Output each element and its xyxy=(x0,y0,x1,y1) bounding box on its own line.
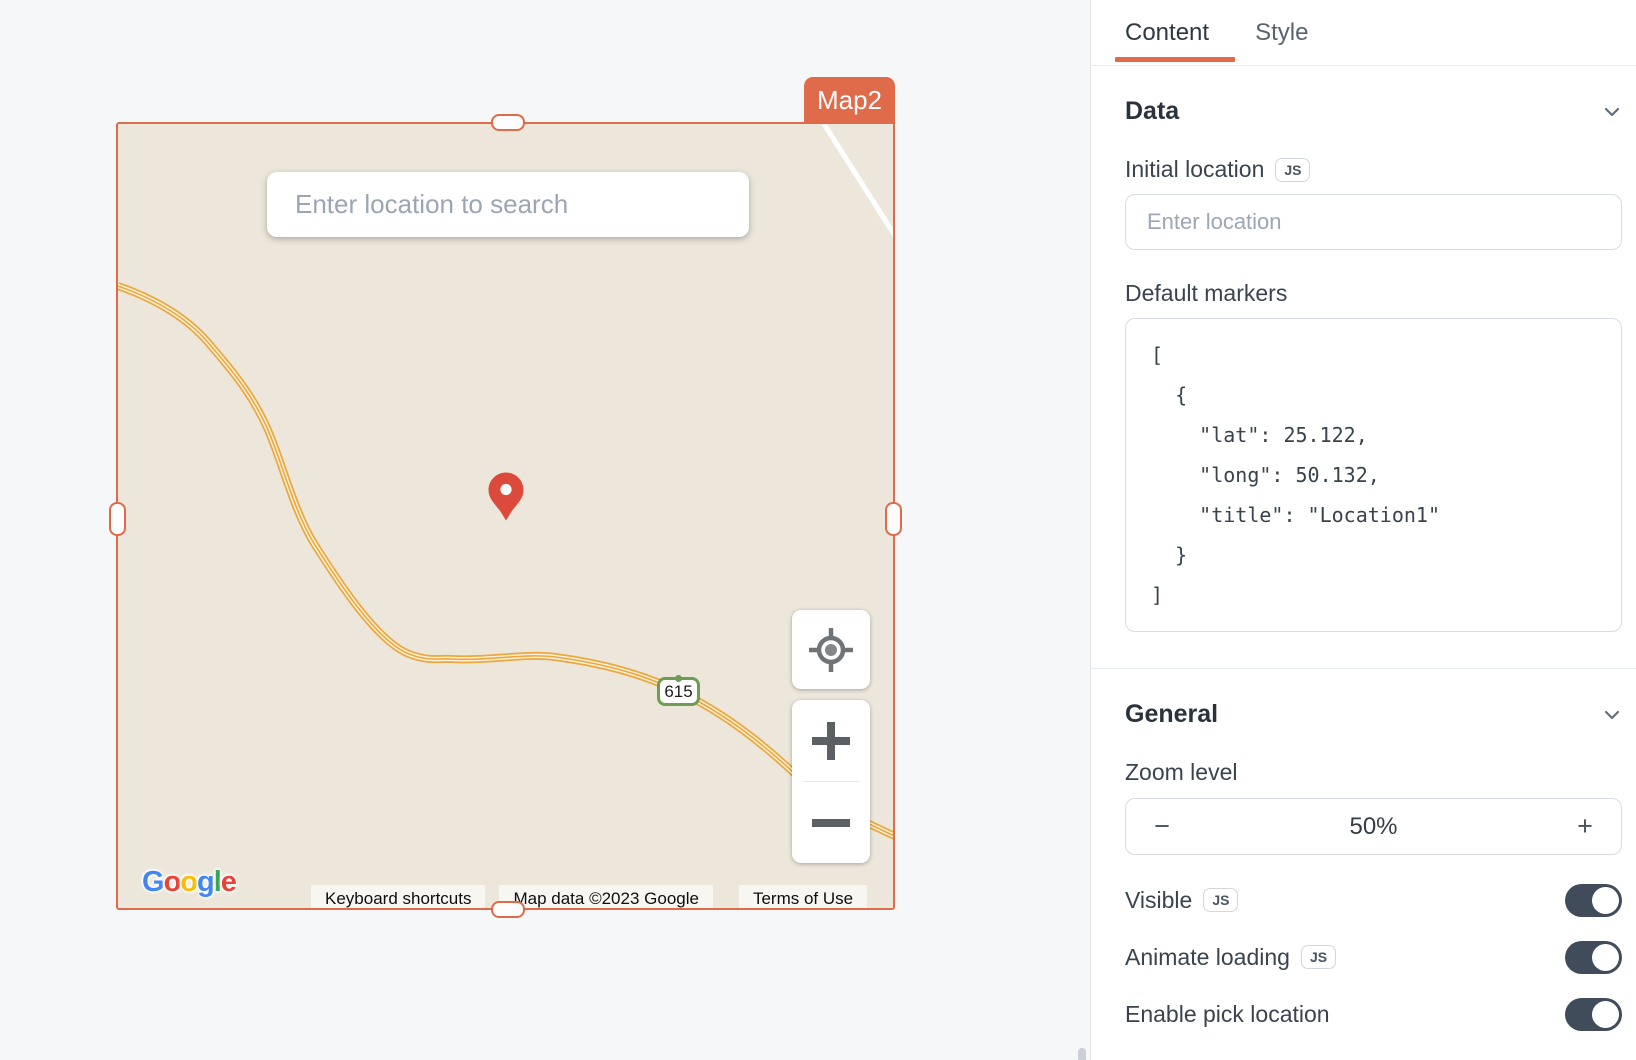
general-section-title: General xyxy=(1125,700,1218,729)
map-data-copyright: Map data ©2023 Google xyxy=(499,885,713,908)
editor-canvas[interactable]: 615 xyxy=(0,0,1090,1060)
route-shield-badge: 615 xyxy=(657,677,700,706)
animate-loading-row: Animate loading JS xyxy=(1125,940,1622,974)
map-search-box[interactable] xyxy=(267,172,749,237)
resize-handle-top[interactable] xyxy=(491,114,525,131)
inspector-tabs: Content Style xyxy=(1091,0,1636,66)
crosshair-location-icon xyxy=(808,627,854,673)
google-logo-letter: g xyxy=(197,866,214,898)
toggle-knob xyxy=(1592,1001,1619,1028)
zoom-increase-button[interactable]: + xyxy=(1549,799,1621,854)
default-markers-editor[interactable]: [ { "lat": 25.122, "long": 50.132, "titl… xyxy=(1125,318,1622,632)
map-zoom-out-button[interactable] xyxy=(792,782,870,863)
visible-row: Visible JS xyxy=(1125,883,1622,917)
resize-handle-left[interactable] xyxy=(109,502,126,536)
keyboard-shortcuts-link[interactable]: Keyboard shortcuts xyxy=(311,885,485,908)
js-badge[interactable]: JS xyxy=(1275,158,1310,182)
my-location-button[interactable] xyxy=(792,610,870,689)
plus-icon xyxy=(812,722,850,760)
js-badge[interactable]: JS xyxy=(1203,888,1238,912)
enable-pick-location-toggle[interactable] xyxy=(1565,998,1622,1031)
default-markers-code[interactable]: [ { "lat": 25.122, "long": 50.132, "titl… xyxy=(1151,335,1596,615)
chevron-down-icon[interactable] xyxy=(1602,705,1622,725)
animate-loading-toggle[interactable] xyxy=(1565,941,1622,974)
visible-label: Visible xyxy=(1125,887,1192,914)
data-section-title: Data xyxy=(1125,97,1179,126)
google-logo-letter: e xyxy=(221,866,236,898)
initial-location-label: Initial location xyxy=(1125,156,1264,183)
google-logo[interactable]: Google xyxy=(142,866,236,899)
route-shield-number: 615 xyxy=(664,682,692,702)
general-section-header[interactable]: General xyxy=(1125,700,1622,729)
google-logo-letter: l xyxy=(214,866,221,898)
toggle-knob xyxy=(1592,944,1619,971)
component-name-tag[interactable]: Map2 xyxy=(804,77,895,124)
google-logo-letter: G xyxy=(142,866,164,898)
tab-style[interactable]: Style xyxy=(1255,19,1308,47)
data-section-header[interactable]: Data xyxy=(1125,97,1622,126)
visible-toggle[interactable] xyxy=(1565,884,1622,917)
zoom-decrease-button[interactable]: − xyxy=(1126,799,1198,854)
enable-pick-location-row: Enable pick location xyxy=(1125,997,1622,1031)
zoom-level-stepper: − 50% + xyxy=(1125,798,1622,855)
inspector-panel: Content Style Data Initial location JS D… xyxy=(1090,0,1636,1060)
map-search-input[interactable] xyxy=(295,189,721,220)
default-markers-label: Default markers xyxy=(1125,280,1287,307)
js-badge[interactable]: JS xyxy=(1301,945,1336,969)
google-logo-letter: o xyxy=(164,866,181,898)
map-component[interactable]: 615 xyxy=(116,122,895,910)
map-marker-pin-icon[interactable] xyxy=(488,472,524,521)
map-zoom-in-button[interactable] xyxy=(792,700,870,781)
resize-handle-right[interactable] xyxy=(885,502,902,536)
enable-pick-location-label: Enable pick location xyxy=(1125,1001,1330,1028)
toggle-knob xyxy=(1592,887,1619,914)
animate-loading-label: Animate loading xyxy=(1125,944,1290,971)
initial-location-input[interactable] xyxy=(1125,194,1622,250)
route-shield-dot xyxy=(675,675,682,682)
resize-handle-bottom[interactable] xyxy=(491,901,525,918)
chevron-down-icon[interactable] xyxy=(1602,102,1622,122)
map-attribution: Keyboard shortcuts Map data ©2023 Google… xyxy=(311,885,867,908)
minus-icon xyxy=(812,818,850,828)
map-zoom-control xyxy=(792,700,870,863)
active-tab-underline xyxy=(1115,57,1235,62)
tab-content[interactable]: Content xyxy=(1125,19,1209,47)
section-divider xyxy=(1091,668,1636,669)
google-logo-letter: o xyxy=(180,866,197,898)
canvas-scrollbar-thumb[interactable] xyxy=(1078,1048,1086,1060)
terms-of-use-link[interactable]: Terms of Use xyxy=(739,885,867,908)
zoom-level-value[interactable]: 50% xyxy=(1198,813,1549,841)
zoom-level-label: Zoom level xyxy=(1125,759,1237,786)
map-surface[interactable]: 615 xyxy=(118,124,893,908)
